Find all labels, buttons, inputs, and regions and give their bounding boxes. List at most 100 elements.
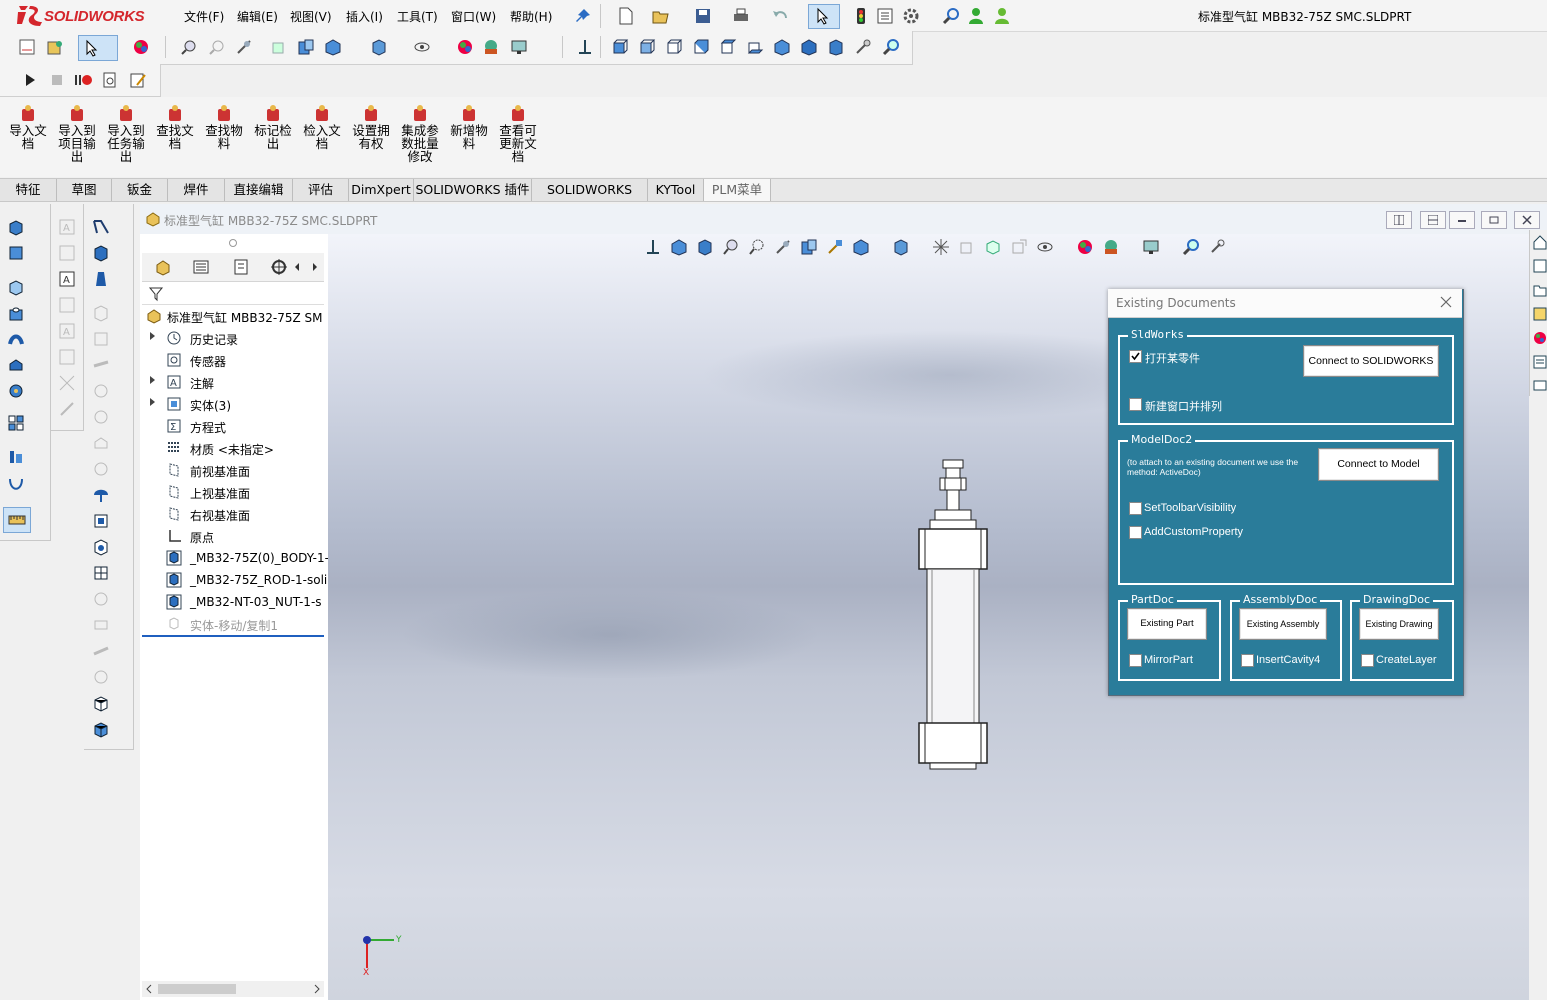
curves-icon[interactable] [7,476,25,494]
display-style-icon[interactable] [370,38,388,56]
view-selector-icon[interactable] [854,38,872,56]
section-view-icon[interactable] [270,38,288,56]
note-icon[interactable]: A [58,270,76,288]
tab-solidworks-addins[interactable]: SOLIDWORKS 插件 [414,179,532,201]
options-gear-icon[interactable] [902,7,920,25]
zoom-area-icon[interactable] [208,38,226,56]
ribbon-batch-modify-button[interactable]: 集成参数批量修改 [397,105,443,163]
zoom-hud-icon[interactable] [1182,238,1200,256]
ribbon-set-ownership-button[interactable]: 设置拥有权 [348,105,394,150]
tab-plm-menu[interactable]: PLM菜单 [704,179,771,201]
filter-icon[interactable] [148,286,164,302]
new-macro-icon[interactable] [101,71,119,89]
close-document-button[interactable] [1514,211,1540,229]
hole-wizard-icon[interactable] [7,304,25,322]
scroll-left-icon[interactable] [144,984,154,994]
cut-with-surface-icon[interactable] [92,564,110,582]
pin-icon[interactable] [574,7,592,25]
tab-evaluate[interactable]: 评估 [293,179,349,201]
umbrella-icon[interactable] [92,486,110,504]
select-tool-button[interactable] [808,4,840,29]
appearances-icon[interactable] [1533,330,1547,346]
expand-arrow-icon[interactable] [150,398,155,406]
search-zoom-icon[interactable] [942,7,960,25]
edit-appearance-hud-icon[interactable] [1076,238,1094,256]
smart-dimension-icon[interactable] [18,38,36,56]
ribbon-checkin-button[interactable]: 检入文档 [299,105,345,150]
file-explorer-icon[interactable] [1533,282,1547,298]
design-library-icon[interactable] [1533,258,1547,274]
custom-properties-icon[interactable] [1533,354,1547,370]
select-button[interactable] [78,35,118,61]
tab-kytool[interactable]: KYTool [648,179,704,201]
run-macro-icon[interactable] [21,71,39,89]
tab-sheet-metal[interactable]: 钣金 [112,179,168,201]
stop-macro-icon[interactable] [48,71,66,89]
tab-weldments[interactable]: 焊件 [168,179,225,201]
rebuild-icon[interactable] [46,38,64,56]
ribbon-find-document-button[interactable]: 查找文档 [152,105,198,150]
hide-show-icon[interactable] [413,38,431,56]
normal-to-icon[interactable] [576,38,594,56]
tab-dimxpert[interactable]: DimXpert [349,179,414,201]
existing-drawing-button[interactable]: Existing Drawing [1359,608,1439,640]
ribbon-new-material-button[interactable]: 新增物料 [446,105,492,150]
dialog-close-icon[interactable] [1440,296,1452,308]
panel-splitter-handle[interactable] [229,239,237,247]
traffic-light-icon[interactable] [852,7,870,25]
new-document-icon[interactable] [617,7,635,25]
trimetric-view-icon[interactable] [800,38,818,56]
tab-features[interactable]: 特征 [0,179,57,201]
existing-part-button[interactable]: Existing Part [1127,608,1207,640]
edit-appearance-icon[interactable] [456,38,474,56]
tab-scroll-left-icon[interactable] [292,261,302,273]
isometric-cube-icon[interactable] [670,238,688,256]
zoom-to-area-icon[interactable] [748,238,766,256]
hide-show-items-icon[interactable] [932,238,950,256]
scroll-thumb[interactable] [158,984,236,994]
menu-tools[interactable]: 工具(T) [397,8,438,25]
tab-scroll-right-icon[interactable] [310,261,320,273]
property-manager-tab-icon[interactable] [192,258,210,276]
top-view-icon[interactable] [719,38,737,56]
left-view-icon[interactable] [665,38,683,56]
connect-model-button[interactable]: Connect to Model [1318,448,1439,481]
record-pause-icon[interactable] [74,71,92,89]
create-layer-checkbox[interactable] [1361,654,1374,667]
configuration-manager-tab-icon[interactable] [232,258,250,276]
menu-file[interactable]: 文件(F) [184,8,224,25]
scroll-right-icon[interactable] [312,984,322,994]
view-orientation-normal-icon[interactable] [644,238,662,256]
home-icon[interactable] [1533,234,1547,250]
tile-horizontal-button[interactable] [1386,211,1412,229]
filled-surface-icon[interactable] [92,244,110,262]
tab-direct-editing[interactable]: 直接编辑 [225,179,293,201]
flex-icon[interactable] [92,694,110,712]
ribbon-find-material-button[interactable]: 查找物料 [201,105,247,150]
dynamic-annotation-hud-icon[interactable] [826,238,844,256]
right-view-icon[interactable] [692,38,710,56]
expand-arrow-icon[interactable] [150,332,155,340]
instant3d-button[interactable] [3,507,31,533]
tab-sketch[interactable]: 草图 [57,179,112,201]
view-orientation-icon[interactable] [324,38,342,56]
fillet-icon[interactable] [7,382,25,400]
file-properties-icon[interactable] [876,7,894,25]
pan-tool-icon[interactable] [1208,238,1226,256]
minimize-button[interactable] [1449,211,1475,229]
display-monitor-icon[interactable] [510,38,528,56]
users-add-icon[interactable] [993,7,1011,25]
open-part-checkbox[interactable] [1129,350,1142,363]
undo-icon[interactable] [771,7,789,25]
users-green-icon[interactable] [967,7,985,25]
feature-manager-tab-icon[interactable] [154,258,172,276]
previous-view-hud-icon[interactable] [774,238,792,256]
loft-icon[interactable] [7,356,25,374]
extruded-cut-icon[interactable] [7,278,25,296]
front-view-icon[interactable] [611,38,629,56]
open-folder-icon[interactable] [652,7,670,25]
tree-horizontal-scrollbar[interactable] [142,981,324,997]
set-toolbar-visibility-checkbox[interactable] [1129,502,1142,515]
pneumatic-cylinder-model[interactable] [900,455,1010,775]
ribbon-import-project-button[interactable]: 导入到项目输出 [54,105,100,163]
